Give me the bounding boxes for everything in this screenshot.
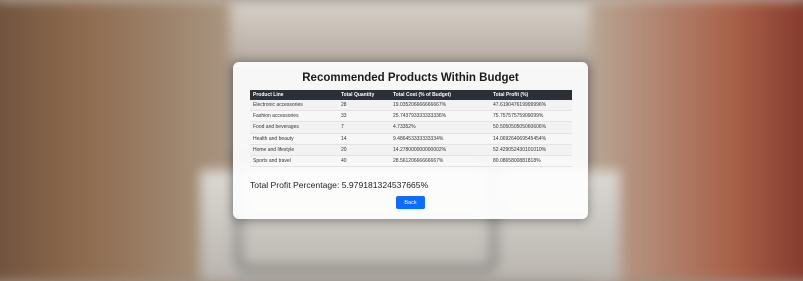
cell-quantity: 7 (338, 121, 390, 134)
total-profit-percentage: Total Profit Percentage: 5.9791813245376… (250, 180, 429, 190)
table-row: Sports and travel 40 28.56120666666667% … (250, 155, 572, 168)
cell-product-line: Home and lifestyle (250, 144, 338, 156)
table-header-row: Product Line Total Quantity Total Cost (… (250, 90, 572, 100)
cell-product-line: Sports and travel (250, 155, 338, 168)
cell-quantity: 40 (338, 155, 390, 168)
table-row: Electronic accessories 28 19.03520666666… (250, 100, 572, 112)
cell-product-line: Electronic accessories (250, 100, 338, 112)
cell-quantity: 14 (338, 133, 390, 145)
cell-product-line: Fashion accessories (250, 110, 338, 123)
cell-quantity: 33 (338, 110, 390, 123)
cell-cost: 4.73352% (390, 121, 490, 134)
cell-cost: 9.486453333333334% (390, 133, 490, 145)
cell-profit: 14.069264069545454% (490, 133, 572, 145)
cell-quantity: 28 (338, 100, 390, 112)
cell-cost: 28.56120666666667% (390, 155, 490, 168)
cell-profit: 50.505050505060606% (490, 121, 572, 134)
header-total-quantity: Total Quantity (338, 90, 390, 100)
cell-profit: 47.619047619999996% (490, 100, 572, 112)
products-table: Product Line Total Quantity Total Cost (… (250, 90, 572, 168)
header-product-line: Product Line (250, 90, 338, 100)
back-button[interactable]: Back (396, 196, 425, 209)
table-row: Food and beverages 7 4.73352% 50.5050505… (250, 121, 572, 134)
page-title: Recommended Products Within Budget (302, 72, 519, 84)
cell-profit: 75.75757575909099% (490, 110, 572, 123)
header-total-cost: Total Cost (% of Budget) (390, 90, 490, 100)
cell-cost: 19.035206666666667% (390, 100, 490, 112)
table-row: Health and beauty 14 9.486453333333334% … (250, 133, 572, 145)
cell-cost: 25.743793333333336% (390, 110, 490, 123)
cell-quantity: 20 (338, 144, 390, 156)
cell-profit: 80.0865800881818% (490, 155, 572, 168)
results-card: Recommended Products Within Budget Produ… (233, 62, 588, 219)
cell-cost: 14.278000000000002% (390, 144, 490, 156)
cell-profit: 52.429052430101010% (490, 144, 572, 156)
table-row: Home and lifestyle 20 14.278000000000002… (250, 144, 572, 156)
cell-product-line: Food and beverages (250, 121, 338, 134)
cell-product-line: Health and beauty (250, 133, 338, 145)
header-total-profit: Total Profit (%) (490, 90, 572, 100)
table-row: Fashion accessories 33 25.74379333333333… (250, 110, 572, 123)
